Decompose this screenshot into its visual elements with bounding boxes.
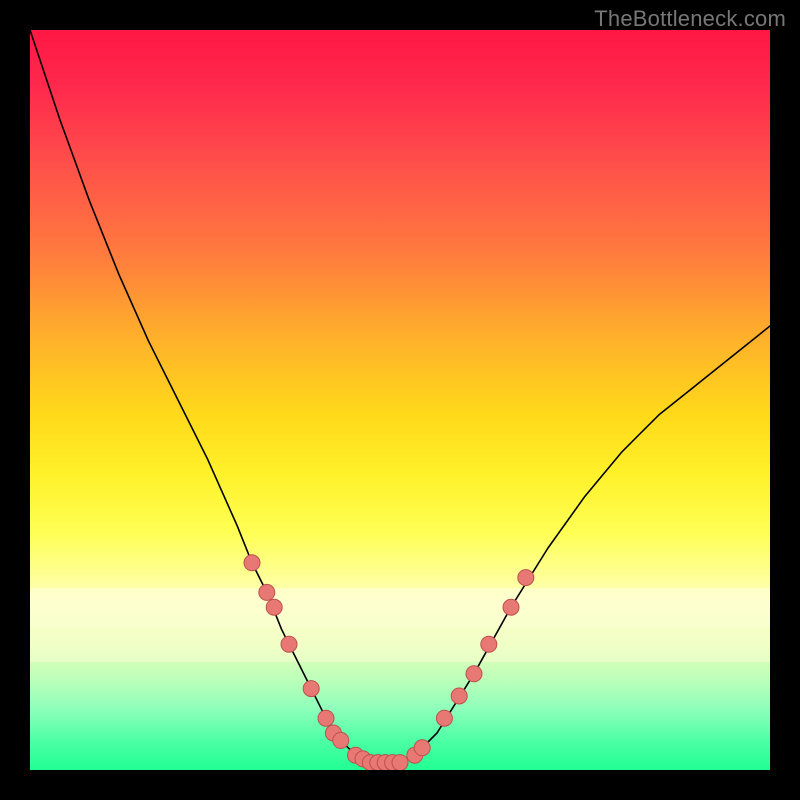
curve-marker [414,740,430,756]
curve-marker [333,732,349,748]
curve-marker [503,599,519,615]
curve-layer [30,30,770,770]
curve-marker [481,636,497,652]
curve-marker [518,570,534,586]
curve-marker [266,599,282,615]
curve-marker [303,681,319,697]
curve-marker [451,688,467,704]
watermark-text: TheBottleneck.com [594,6,786,32]
curve-marker [318,710,334,726]
curve-marker [244,555,260,571]
curve-marker [259,584,275,600]
curve-marker [466,666,482,682]
chart-frame: TheBottleneck.com [0,0,800,800]
curve-marker [436,710,452,726]
curve-markers [244,555,534,770]
plot-area [30,30,770,770]
bottleneck-curve [30,30,770,763]
curve-marker [281,636,297,652]
curve-marker [392,755,408,770]
